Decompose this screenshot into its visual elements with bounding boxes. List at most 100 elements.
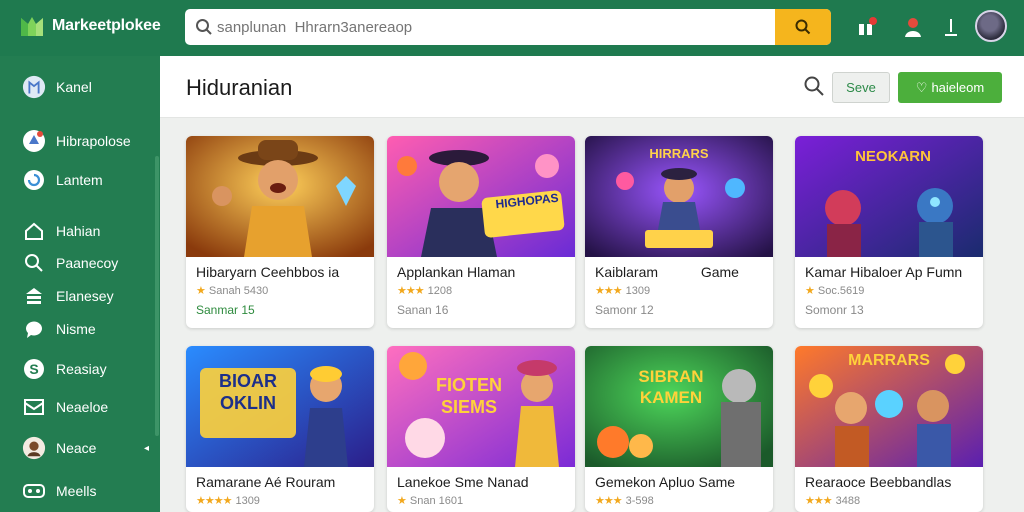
game-card[interactable]: HIGHOPAS Applankan Hlaman ★★★ 1208 Sanan…: [387, 136, 575, 328]
rating-text: Soc.5619: [817, 284, 865, 297]
game-card[interactable]: FIOTEN SIEMS Lanekoe Sme Nanad ★ Snan 16…: [387, 346, 575, 512]
sidebar-item-neace[interactable]: Neace ◂: [0, 433, 155, 463]
rating-text: 3-598: [625, 494, 654, 507]
star-rating-icon: ★: [805, 285, 815, 297]
game-thumbnail: FIOTEN SIEMS: [387, 346, 575, 467]
rating-text: Snan 1601: [409, 494, 464, 507]
user-icon[interactable]: [900, 14, 926, 40]
sidebar-item-label: Elanesey: [56, 288, 114, 304]
add-button-label: haieleom: [931, 80, 985, 95]
card-rating: ★ Soc.5619: [805, 284, 865, 298]
sidebar-item-kanel[interactable]: Kanel: [0, 72, 155, 102]
search-button[interactable]: [775, 9, 831, 45]
sidebar-item-label: Kanel: [56, 79, 92, 95]
rating-text: 1309: [625, 284, 651, 297]
sidebar-item-label: Lantem: [56, 172, 103, 188]
star-rating-icon: ★: [397, 495, 407, 507]
brand[interactable]: Markeetplokee: [18, 12, 161, 40]
search-bar: [185, 9, 831, 45]
game-thumbnail: BIOAR OKLIN: [186, 346, 374, 467]
card-rating: ★★★ 1208: [397, 284, 453, 298]
m-logo-icon: [21, 17, 43, 36]
collapse-caret-icon[interactable]: ◂: [144, 443, 149, 454]
game-card[interactable]: BIOAR OKLIN Ramarane Aé Rouram ★★★★ 1309: [186, 346, 374, 512]
star-rating-icon: ★★★: [397, 285, 425, 297]
sidebar-item-label: Neace: [56, 440, 97, 456]
card-rating: ★★★ 3-598: [595, 494, 654, 508]
card-rating: ★★★★ 1309: [196, 494, 260, 508]
profile-icon: [22, 75, 46, 99]
top-bar: Markeetplokee: [0, 0, 1024, 56]
card-title: Kamar Hibaloer Ap Fumn: [805, 264, 963, 280]
avatar-icon: [22, 436, 46, 460]
search-icon[interactable]: [803, 75, 825, 97]
game-thumbnail: HIRRARS: [585, 136, 773, 257]
sidebar-item-label: Hibrapolose: [56, 133, 131, 149]
star-rating-icon: ★★★: [595, 285, 623, 297]
download-icon[interactable]: [938, 14, 964, 40]
card-title: Ramarane Aé Rouram: [196, 474, 336, 490]
sidebar-item-label: Reasiay: [56, 361, 107, 377]
refresh-icon: [22, 168, 46, 192]
brand-name: Markeetplokee: [52, 17, 161, 34]
sidebar-item-label: Paanecoy: [56, 255, 119, 271]
sidebar-item-label: Hahian: [56, 223, 101, 239]
search-input[interactable]: [217, 9, 773, 45]
game-card[interactable]: NEOKARN Kamar Hibaloer Ap Fumn ★ Soc.561…: [795, 136, 983, 328]
sidebar-item-hibrapolose[interactable]: Hibrapolose: [0, 126, 155, 156]
card-title: Kaiblaram Game: [595, 264, 739, 280]
game-card[interactable]: MARRARS Rearaoce Beebbandlas ★★★ 3488: [795, 346, 983, 512]
thumbnail-caption: SIBRAN KAMEN: [638, 367, 704, 407]
search-icon: [795, 19, 811, 35]
thumbnail-caption: FIOTEN SIEMS: [436, 375, 502, 417]
add-button[interactable]: ♡ haieleom: [898, 72, 1002, 103]
card-meta: Sanan 16: [397, 303, 449, 317]
dollar-icon: S: [22, 357, 46, 381]
heart-icon: ♡: [915, 79, 928, 95]
card-title: Rearaoce Beebbandlas: [805, 474, 952, 490]
user-avatar[interactable]: [975, 10, 1007, 42]
game-card[interactable]: SIBRAN KAMEN Gemekon Apluo Same ★★★ 3-59…: [585, 346, 773, 512]
card-rating: ★ Snan 1601: [397, 494, 464, 508]
card-rating: ★ Sanah 5430: [196, 284, 268, 298]
chat-icon: [22, 317, 46, 341]
library-icon: [22, 284, 46, 308]
svg-text:S: S: [29, 361, 38, 377]
rating-text: 1208: [427, 284, 453, 297]
sidebar-item-label: Nisme: [56, 321, 96, 337]
thumbnail-caption: NEOKARN: [855, 148, 931, 165]
page-title: Hiduranian: [186, 75, 293, 100]
sidebar-item-neaeloe[interactable]: Neaeloe: [0, 392, 155, 422]
thumbnail-caption: MARRARS: [848, 352, 930, 369]
search-icon: [196, 19, 212, 35]
game-thumbnail: HIGHOPAS: [387, 136, 575, 257]
page-header: Hiduranian Seve ♡ haieleom: [160, 56, 1024, 118]
search-icon: [22, 251, 46, 275]
star-rating-icon: ★★★★: [196, 495, 232, 507]
sidebar-item-meells[interactable]: Meells: [0, 476, 155, 506]
card-meta: Samonr 12: [595, 303, 654, 317]
sidebar-item-lantem[interactable]: Lantem: [0, 165, 155, 195]
game-thumbnail: NEOKARN: [795, 136, 983, 257]
card-meta: Sanmar 15: [196, 303, 255, 317]
sidebar-item-label: Neaeloe: [56, 399, 109, 415]
game-thumbnail: MARRARS: [795, 346, 983, 467]
sidebar-item-elanesey[interactable]: Elanesey: [0, 281, 155, 311]
sidebar-item-label: Meells: [56, 483, 97, 499]
sidebar-item-paanecoy[interactable]: Paanecoy: [0, 248, 155, 278]
sidebar-item-hahian[interactable]: Hahian: [0, 216, 155, 246]
star-rating-icon: ★★★: [805, 495, 833, 507]
home-icon: [22, 219, 46, 243]
card-title: Applankan Hlaman: [397, 264, 516, 280]
save-button[interactable]: Seve: [832, 72, 890, 103]
sidebar-scrollbar[interactable]: [155, 156, 159, 436]
game-card[interactable]: Hibaryarn Ceehbbos ia ★ Sanah 5430 Sanma…: [186, 136, 374, 328]
sidebar-item-nisme[interactable]: Nisme: [0, 314, 155, 344]
gift-icon[interactable]: [854, 14, 880, 40]
card-title: Lanekoe Sme Nanad: [397, 474, 529, 490]
thumbnail-caption: HIRRARS: [649, 146, 709, 161]
game-card[interactable]: HIRRARS Kaiblaram Game ★★★ 1309 Samonr 1…: [585, 136, 773, 328]
card-rating: ★★★ 3488: [805, 494, 861, 508]
sidebar-item-reasiay[interactable]: S Reasiay: [0, 354, 155, 384]
rating-text: 3488: [835, 494, 861, 507]
